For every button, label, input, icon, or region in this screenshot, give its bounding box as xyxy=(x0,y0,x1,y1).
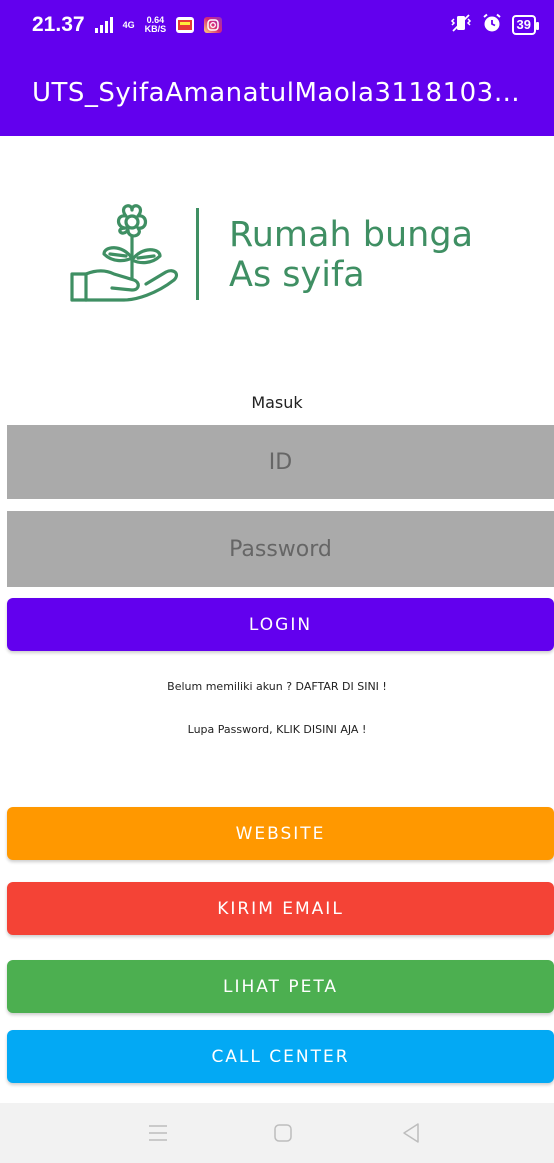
app-notification-icon xyxy=(176,17,195,33)
navigation-bar xyxy=(0,1103,554,1163)
network-type: 4G xyxy=(122,19,135,30)
net-speed-unit: KB/S xyxy=(144,24,167,34)
call-center-button[interactable]: CALL CENTER xyxy=(7,1030,554,1083)
back-icon[interactable] xyxy=(396,1119,426,1147)
signal-4g-icon: 4G xyxy=(122,19,135,30)
alarm-icon xyxy=(482,13,502,37)
logo: Rumah bunga As syifa xyxy=(66,200,506,310)
flower-hand-icon xyxy=(70,204,178,302)
website-button[interactable]: WEBSITE xyxy=(7,807,554,860)
signal-icon xyxy=(94,17,113,33)
status-right: 39 xyxy=(450,13,540,37)
app-bar: UTS_SyifaAmanatulMaola3118103… xyxy=(0,50,554,136)
status-time: 21.37 xyxy=(32,13,85,36)
app-title: UTS_SyifaAmanatulMaola3118103… xyxy=(32,78,521,108)
status-left: 21.37 4G 0.64 KB/S xyxy=(32,13,223,37)
logo-line1: Rumah bunga xyxy=(229,215,474,255)
logo-divider xyxy=(196,208,199,300)
net-speed: 0.64 KB/S xyxy=(145,16,167,34)
logo-text: Rumah bunga As syifa xyxy=(229,215,473,295)
menu-icon[interactable] xyxy=(143,1119,173,1147)
home-icon[interactable] xyxy=(268,1119,298,1147)
vibrate-icon xyxy=(450,13,472,37)
password-input[interactable] xyxy=(7,511,554,587)
send-email-button[interactable]: KIRIM EMAIL xyxy=(7,882,554,935)
id-input[interactable] xyxy=(7,425,554,499)
view-map-button[interactable]: LIHAT PETA xyxy=(7,960,554,1013)
register-link[interactable]: Belum memiliki akun ? DAFTAR DI SINI ! xyxy=(0,680,554,693)
battery-level: 39 xyxy=(516,17,531,32)
status-bar: 21.37 4G 0.64 KB/S 39 xyxy=(0,0,554,50)
battery-icon: 39 xyxy=(511,15,540,35)
forgot-password-link[interactable]: Lupa Password, KLIK DISINI AJA ! xyxy=(0,723,554,736)
login-heading: Masuk xyxy=(251,393,303,412)
instagram-icon xyxy=(204,17,223,33)
login-button[interactable]: LOGIN xyxy=(7,598,554,651)
logo-line2: As syifa xyxy=(229,255,365,295)
